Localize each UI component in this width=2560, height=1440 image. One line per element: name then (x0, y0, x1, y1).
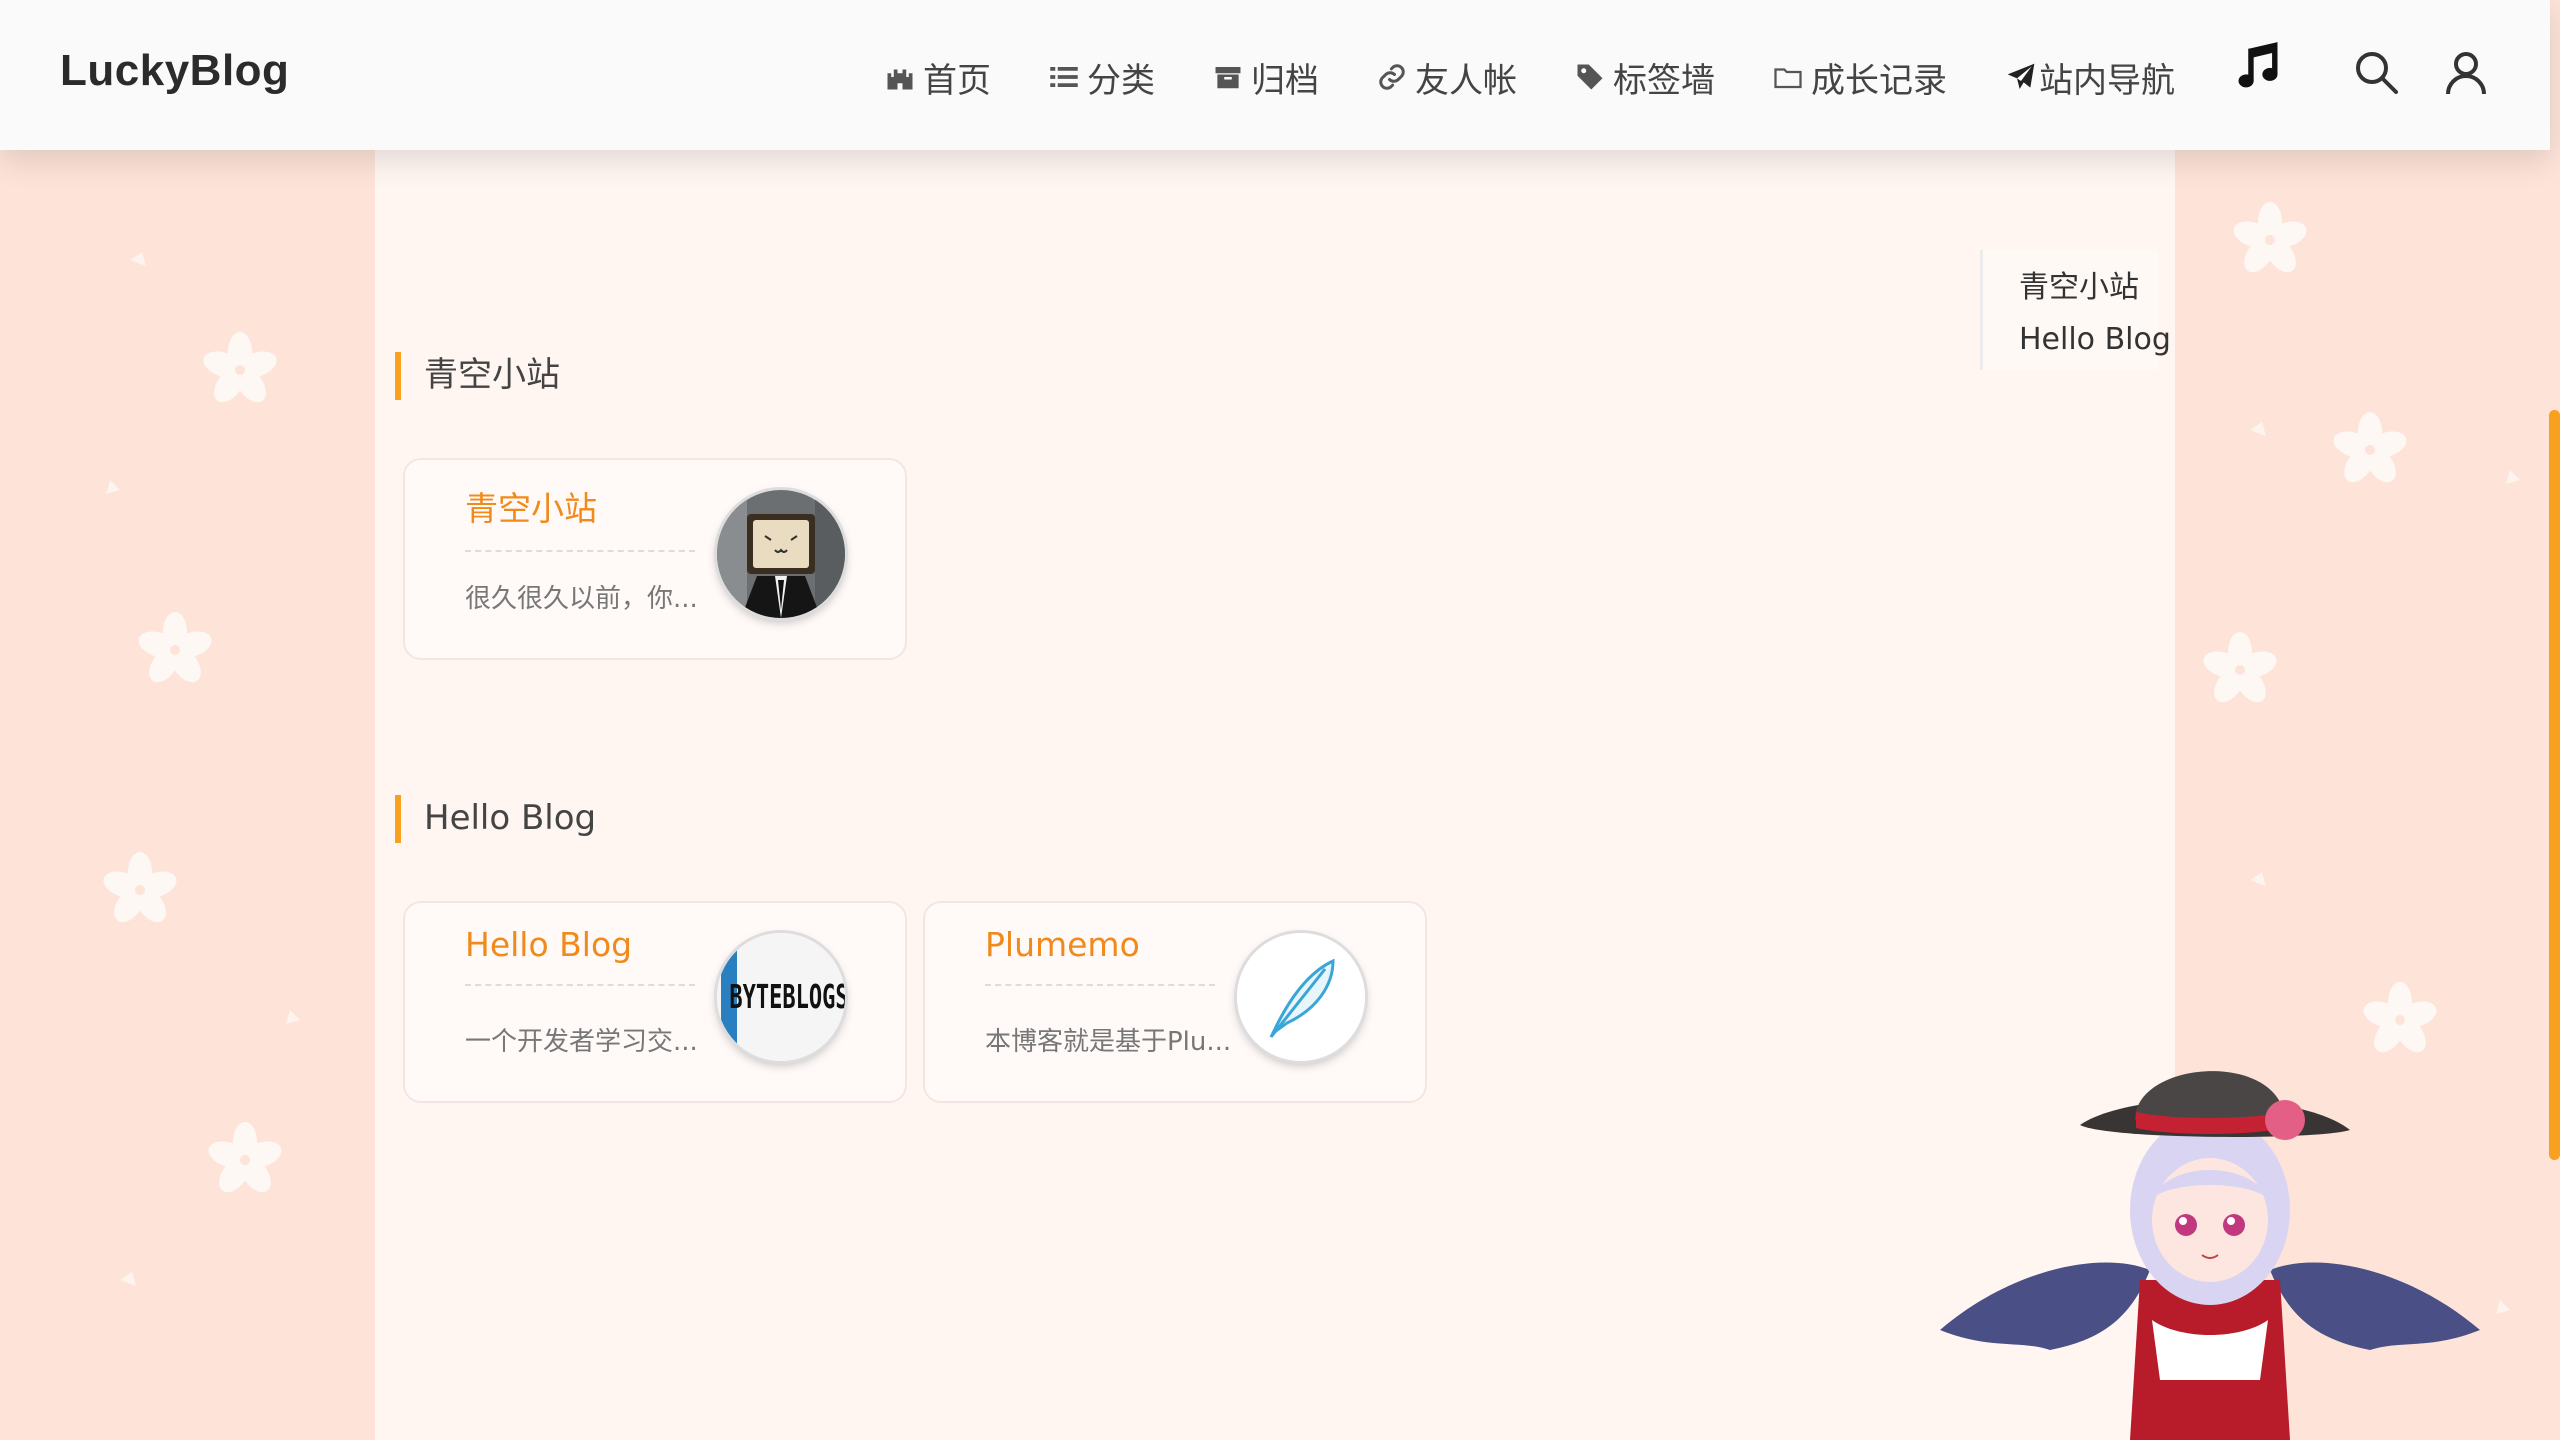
byteblogs-logo-text: BYTEBLOGS (729, 977, 845, 1016)
scrollbar-thumb[interactable] (2549, 410, 2560, 1160)
music-note-icon[interactable] (2232, 40, 2284, 92)
tag-icon (1577, 64, 1603, 90)
nav-tags[interactable]: 标签墙 (1575, 53, 1715, 102)
friend-link-name[interactable]: Plumemo (985, 925, 1215, 986)
main-nav: 首页 分类 归档 友人帐 标签墙 成长记录 站内导航 (885, 50, 2233, 104)
friend-link-desc: 很久很久以前，你... (465, 584, 698, 614)
friend-link-name[interactable]: Hello Blog (465, 925, 695, 986)
nav-growth[interactable]: 成长记录 (1773, 53, 1947, 102)
nav-label: 友人帐 (1415, 60, 1517, 101)
friend-link-card[interactable]: Plumemo 本博客就是基于Plu... (923, 901, 1427, 1103)
friend-link-desc: 本博客就是基于Plu... (985, 1027, 1232, 1057)
link-icon (1379, 64, 1405, 90)
byteblogs-avatar[interactable]: BYTEBLOGS (717, 933, 845, 1061)
friend-link-card[interactable]: 青空小站 很久很久以前，你... (403, 458, 907, 660)
archive-icon (1215, 67, 1241, 89)
paper-plane-icon (2007, 63, 2035, 89)
nav-label: 站内导航 (2039, 60, 2175, 101)
friend-link-name[interactable]: 青空小站 (465, 482, 695, 552)
nav-home[interactable]: 首页 (885, 53, 991, 102)
toc-item[interactable]: 青空小站 (2019, 262, 2139, 306)
nav-label: 分类 (1087, 60, 1155, 101)
nav-label: 标签墙 (1613, 60, 1715, 101)
nav-label: 归档 (1251, 60, 1319, 101)
section-title: 青空小站 (395, 352, 560, 400)
section-title: Hello Blog (395, 795, 596, 843)
nav-site-guide[interactable]: 站内导航 (2005, 53, 2175, 102)
nav-label: 首页 (923, 60, 991, 101)
friend-link-desc: 一个开发者学习交... (465, 1027, 698, 1057)
feather-avatar[interactable] (1237, 933, 1365, 1061)
folder-icon (1774, 68, 1802, 89)
list-icon (1050, 67, 1078, 87)
tv-head-avatar[interactable] (717, 490, 845, 618)
search-icon[interactable] (2352, 48, 2400, 96)
friend-link-card[interactable]: Hello Blog 一个开发者学习交... BYTEBLOGS (403, 901, 907, 1103)
anime-mascot-widget[interactable] (1930, 1020, 2490, 1440)
nav-friends[interactable]: 友人帐 (1377, 53, 1517, 102)
nav-archive[interactable]: 归档 (1213, 53, 1319, 102)
site-logo[interactable]: LuckyBlog (60, 46, 289, 96)
table-of-contents: 青空小站 Hello Blog (1980, 250, 2171, 370)
nav-label: 成长记录 (1811, 60, 1947, 101)
toc-item[interactable]: Hello Blog (2019, 322, 2171, 357)
castle-icon (887, 69, 913, 90)
user-icon[interactable] (2442, 48, 2490, 96)
top-header: LuckyBlog 首页 分类 归档 友人帐 标签墙 成长记录 站内导航 (0, 0, 2550, 150)
nav-category[interactable]: 分类 (1049, 53, 1155, 102)
friend-links-panel: 青空小站 青空小站 很久很久以前，你... Hello Blog Hello B… (375, 150, 2175, 1440)
